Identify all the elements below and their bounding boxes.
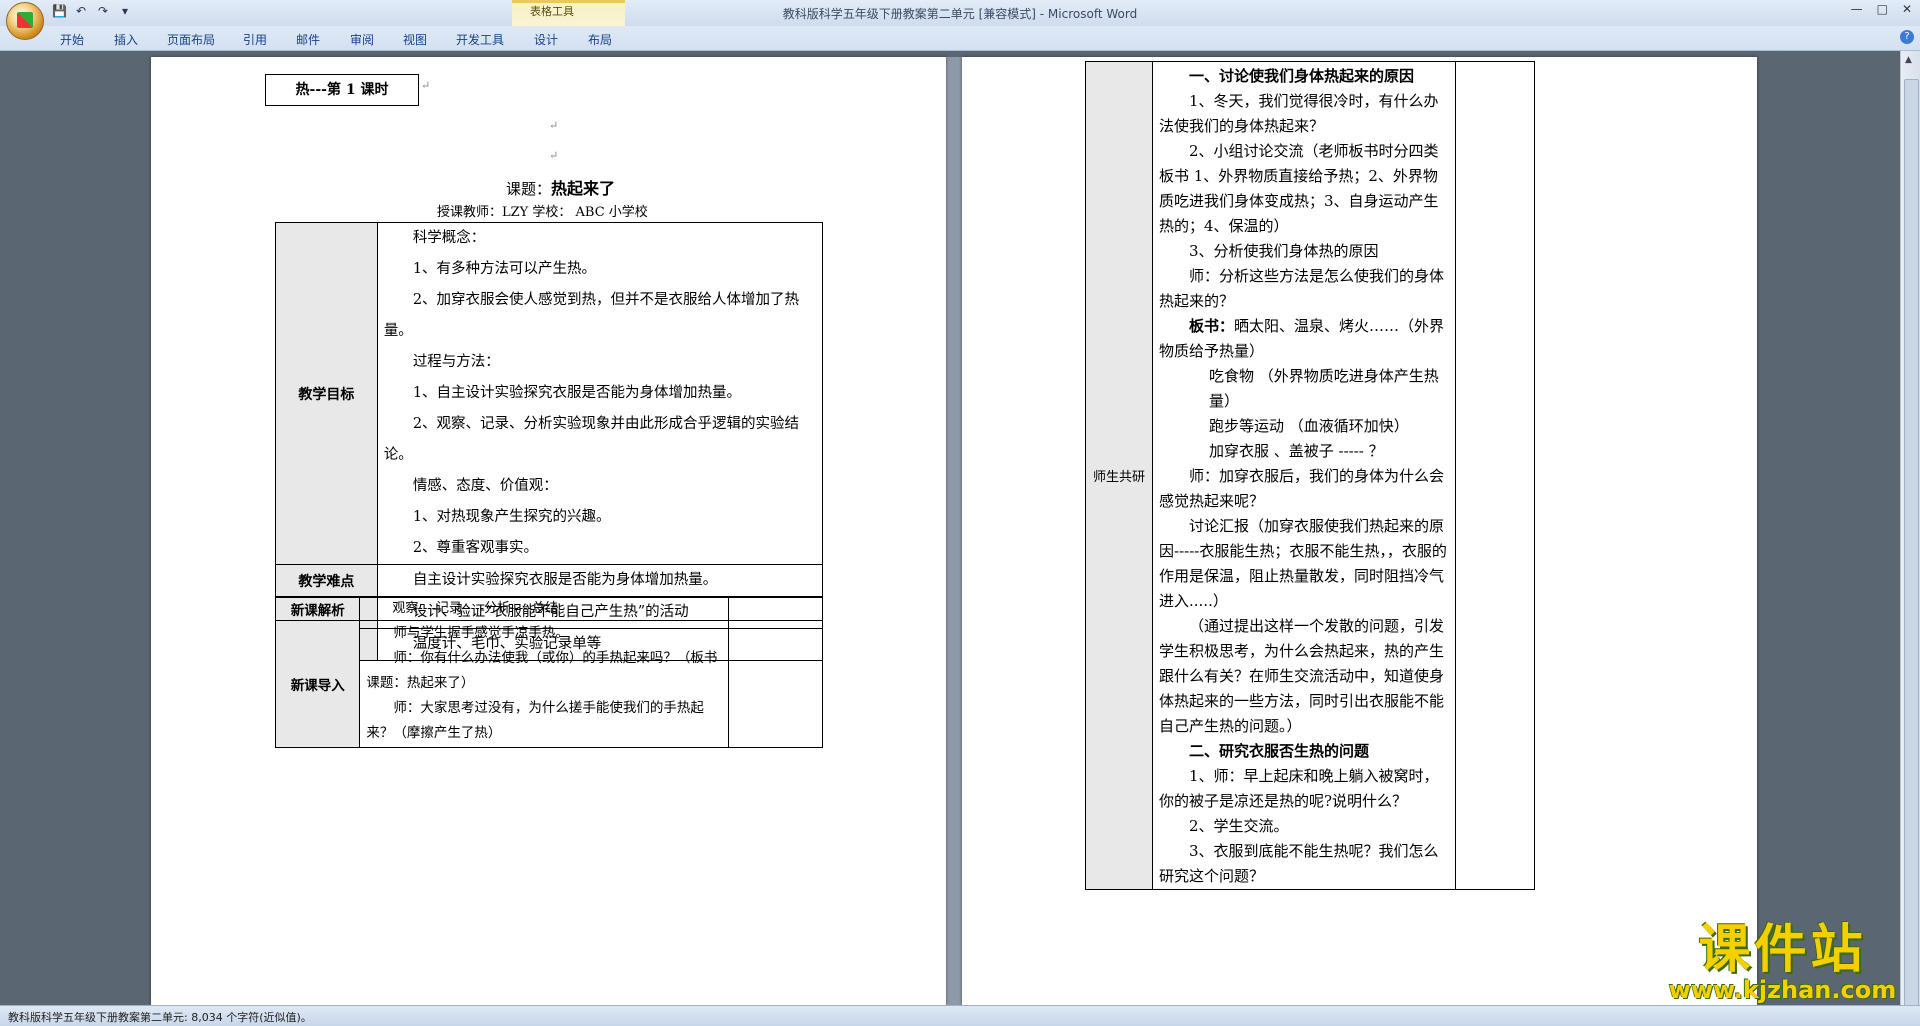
status-bar: 教科版科学五年级下册教案第二单元: 8,034 个字符(近似值)。 — [0, 1005, 1920, 1026]
tab-insert[interactable]: 插入 — [114, 31, 138, 48]
office-button[interactable] — [6, 2, 44, 40]
research-paragraph: 师：分析这些方法是怎么使我们的身体热起来的？ — [1159, 267, 1445, 310]
research-extra-cell[interactable] — [1455, 61, 1535, 890]
goal-line: 1、自主设计实验探究衣服是否能为身体增加热量。 — [412, 385, 742, 401]
goals-label: 教学目标 — [275, 222, 378, 565]
research-paragraph: 讨论汇报（加穿衣服使我们热起来的原因-----衣服能生热；衣服不能生热，，衣服的… — [1159, 517, 1447, 610]
maximize-button[interactable]: □ — [1877, 2, 1888, 16]
lesson-title-prefix: 课题： — [506, 180, 552, 198]
intro-line: 师：你有什么办法使我（或你）的手热起来吗？（板书课题：热起来了） — [366, 650, 718, 691]
lesson-title: 课题：热起来了 — [506, 175, 615, 199]
watermark-big: 课件站 — [1698, 920, 1867, 980]
tab-view[interactable]: 视图 — [403, 31, 427, 48]
research-paragraph: 跑步等运动 （血液循环加快） — [1209, 417, 1409, 435]
research-paragraph: （通过提出这样一个发散的问题，引发学生积极思考，为什么会热起来，热的产生跟什么有… — [1159, 617, 1445, 735]
paragraph-mark: ↵ — [549, 149, 559, 162]
scroll-thumb[interactable] — [1904, 79, 1919, 1021]
goal-line: 1、对热现象产生探究的兴趣。 — [412, 509, 611, 525]
table-tools-label: 表格工具 — [530, 5, 574, 18]
research-paragraph: 板书：晒太阳、温泉、烤火……（外界物质给予热量） — [1153, 314, 1455, 364]
intro-label: 新课导入 — [274, 620, 361, 748]
status-text: 教科版科学五年级下册教案第二单元: 8,034 个字符(近似值)。 — [8, 1011, 312, 1024]
analysis-extra-cell[interactable] — [727, 597, 824, 621]
minimize-button[interactable]: — — [1851, 2, 1863, 16]
tab-mailings[interactable]: 邮件 — [296, 31, 320, 48]
board-label: 板书： — [1189, 317, 1235, 335]
research-cell[interactable]: 一、讨论使我们身体热起来的原因 1、冬天，我们觉得很冷时，有什么办法使我们的身体… — [1152, 61, 1456, 890]
research-paragraph: 加穿衣服 、盖被子 ----- ？ — [1209, 442, 1384, 460]
scroll-up-icon[interactable]: ▲ — [1905, 55, 1912, 65]
analysis-label: 新课解析 — [274, 597, 361, 621]
research-paragraph: 2、学生交流。 — [1189, 817, 1289, 835]
close-button[interactable]: ✕ — [1902, 2, 1912, 16]
goal-line: 2、观察、记录、分析实验现象并由此形成合乎逻辑的实验结论。 — [383, 416, 800, 463]
document-page-right[interactable]: 师生共研 一、讨论使我们身体热起来的原因 1、冬天，我们觉得很冷时，有什么办法使… — [962, 57, 1757, 1005]
tab-design[interactable]: 设计 — [534, 31, 558, 48]
tab-page-layout[interactable]: 页面布局 — [167, 31, 215, 48]
research-paragraph: 1、冬天，我们觉得很冷时，有什么办法使我们的身体热起来？ — [1159, 92, 1439, 135]
difficulty-label: 教学难点 — [275, 564, 378, 597]
research-table: 师生共研 一、讨论使我们身体热起来的原因 1、冬天，我们觉得很冷时，有什么办法使… — [1085, 61, 1535, 890]
difficulty-text: 自主设计实验探究衣服是否能为身体增加热量。 — [412, 572, 718, 588]
goal-line: 2、加穿衣服会使人感觉到热，但并不是衣服给人体增加了热量。 — [383, 292, 800, 339]
page-gap — [946, 57, 962, 1005]
analysis-cell[interactable]: 观察----记录-----分析-----总结 — [359, 597, 729, 621]
intro-cell[interactable]: 师与学生握手感觉手凉手热。 师：你有什么办法使我（或你）的手热起来吗？（板书课题… — [359, 620, 729, 748]
paragraph-mark: ↵ — [421, 79, 431, 92]
goal-line: 过程与方法： — [412, 354, 500, 370]
tab-review[interactable]: 审阅 — [350, 31, 374, 48]
help-icon[interactable]: ? — [1900, 30, 1914, 44]
ribbon-tabs: 开始 插入 页面布局 引用 邮件 审阅 视图 开发工具 设计 布局 — [0, 26, 1920, 51]
difficulty-cell[interactable]: 自主设计实验探究衣服是否能为身体增加热量。 — [376, 564, 824, 597]
research-paragraph: 吃食物 （外界物质吃进身体产生热量） — [1209, 367, 1439, 410]
intro-line: 师与学生握手感觉手凉手热。 — [393, 625, 569, 641]
goals-cell[interactable]: 科学概念： 1、有多种方法可以产生热。 2、加穿衣服会使人感觉到热，但并不是衣服… — [376, 222, 824, 565]
analysis-table: 新课解析 观察----记录-----分析-----总结 新课导入 师与学生握手感… — [274, 597, 824, 748]
goal-line: 2、尊重客观事实。 — [412, 540, 539, 556]
watermark-logo: 课件站 www.kjzhan.com — [1660, 922, 1905, 1002]
research-paragraph: 2、小组讨论交流（老师板书时分四类板书 1、外界物质直接给予热；2、外界物质吃进… — [1159, 142, 1439, 235]
window-controls: — □ ✕ — [1851, 2, 1912, 16]
watermark-url: www.kjzhan.com — [1668, 976, 1897, 1004]
goal-line: 科学概念： — [412, 230, 486, 246]
tab-layout[interactable]: 布局 — [588, 31, 612, 48]
lesson-box: 热---第 1 课时 — [265, 74, 419, 106]
window-title: 教科版科学五年级下册教案第二单元 [兼容模式] - Microsoft Word — [782, 7, 1138, 21]
analysis-text: 观察----记录-----分析-----总结 — [392, 601, 558, 616]
intro-extra-cell[interactable] — [727, 620, 824, 748]
section-heading: 一、讨论使我们身体热起来的原因 — [1189, 67, 1415, 85]
research-paragraph: 师：加穿衣服后，我们的身体为什么会感觉热起来呢？ — [1159, 467, 1445, 510]
tab-developer[interactable]: 开发工具 — [456, 31, 504, 48]
intro-line: 师：大家思考过没有，为什么搓手能使我们的手热起来？（摩擦产生了热） — [366, 700, 704, 741]
document-page-left[interactable]: 热---第 1 课时 ↵ ↵ ↵ 课题：热起来了 授课教师：LZY 学校： AB… — [151, 57, 946, 1005]
tab-home[interactable]: 开始 — [60, 31, 84, 48]
paragraph-mark: ↵ — [549, 119, 559, 132]
goals-table: 教学目标 科学概念： 1、有多种方法可以产生热。 2、加穿衣服会使人感觉到热，但… — [275, 222, 824, 661]
side-label: 师生共研 — [1085, 61, 1153, 890]
teacher-line: 授课教师：LZY 学校： ABC 小学校 — [437, 205, 648, 220]
lesson-title-main: 热起来了 — [551, 179, 616, 198]
vertical-scrollbar[interactable]: ▲ — [1900, 51, 1920, 1021]
goal-line: 1、有多种方法可以产生热。 — [412, 261, 597, 277]
office-logo-icon — [17, 12, 33, 28]
title-bar: 💾 ↶ ↷ ▾ 教科版科学五年级下册教案第二单元 [兼容模式] - Micros… — [0, 0, 1920, 27]
research-paragraph: 3、分析使我们身体热的原因 — [1189, 242, 1379, 260]
research-paragraph: 1、师：早上起床和晚上躺入被窝时，你的被子是凉还是热的呢?说明什么？ — [1159, 767, 1439, 810]
section-heading: 二、研究衣服否生热的问题 — [1189, 742, 1370, 760]
tab-references[interactable]: 引用 — [243, 31, 267, 48]
goal-line: 情感、态度、价值观： — [412, 478, 558, 494]
research-paragraph: 3、衣服到底能不能生热呢？我们怎么研究这个问题？ — [1159, 842, 1439, 885]
